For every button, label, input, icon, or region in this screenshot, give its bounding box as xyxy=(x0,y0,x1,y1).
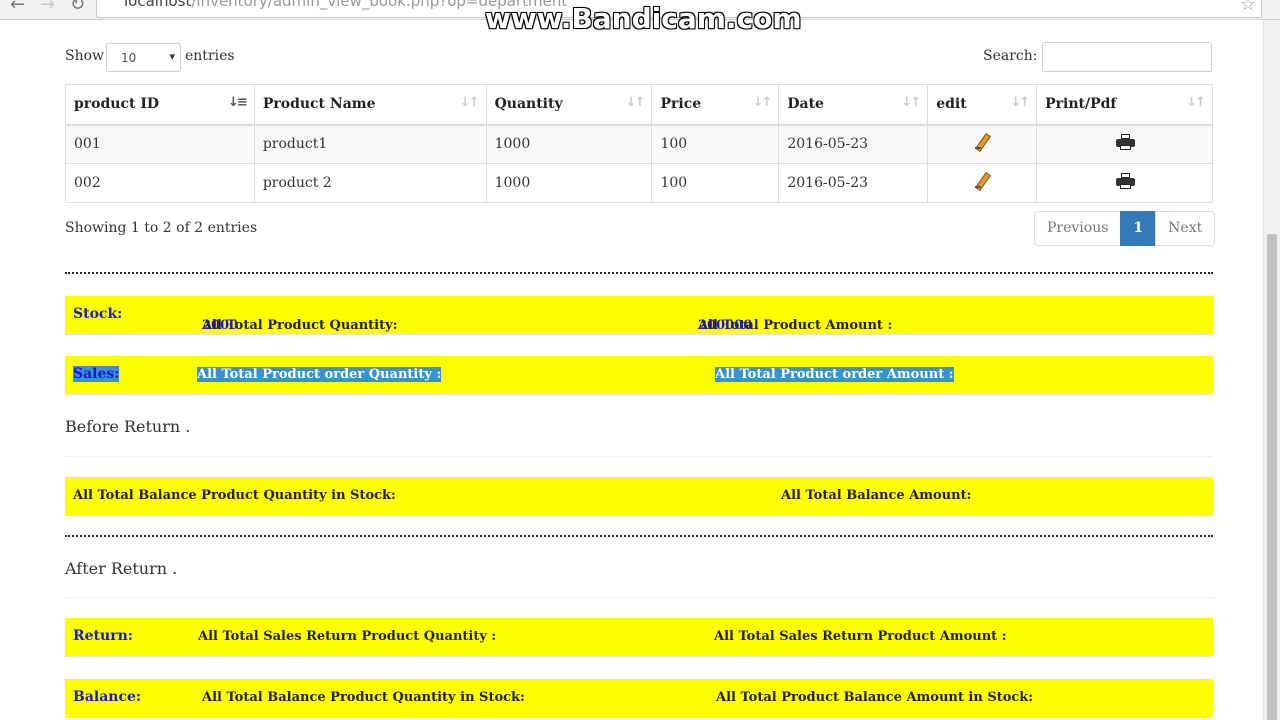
sort-icon: ↓↑ xyxy=(459,95,480,110)
column-header-product-id[interactable]: product ID ↓≡ xyxy=(65,84,255,126)
cell-print xyxy=(1036,124,1213,164)
show-label: Show xyxy=(65,48,105,64)
column-header-edit[interactable]: edit ↓↑ xyxy=(927,84,1038,126)
bookmark-star-icon[interactable]: ☆ xyxy=(1240,0,1256,15)
cell-product-id: 001 xyxy=(65,124,255,164)
url-host: localhost xyxy=(124,0,192,10)
return-summary-bar: Return: All Total Sales Return Product Q… xyxy=(65,618,1213,657)
balance-stock-amount-label: All Total Product Balance Amount in Stoc… xyxy=(716,690,1034,705)
printer-icon[interactable] xyxy=(1115,173,1135,189)
stock-summary-bar: Stock: All Total Product Quantity: 2000 A… xyxy=(65,296,1213,335)
column-header-label: Date xyxy=(787,96,824,113)
divider xyxy=(65,456,1213,457)
divider xyxy=(65,535,1213,537)
search-input[interactable] xyxy=(1042,42,1212,72)
pagination: Previous 1 Next xyxy=(1034,211,1216,246)
pencil-icon[interactable] xyxy=(973,172,991,190)
balance-quantity-label: All Total Balance Product Quantity in St… xyxy=(73,488,396,503)
sales-summary-bar: Sales: All Total Product order Quantity … xyxy=(65,356,1213,395)
pencil-icon[interactable] xyxy=(973,133,991,151)
stock-amount-value: 200000 xyxy=(698,318,753,333)
cell-price: 100 xyxy=(651,163,780,203)
previous-button[interactable]: Previous xyxy=(1034,211,1122,246)
column-header-label: Price xyxy=(660,96,702,113)
column-header-label: product ID xyxy=(74,96,160,113)
cell-date: 2016-05-23 xyxy=(778,124,929,164)
divider xyxy=(65,272,1213,274)
balance-summary-bar: Balance: All Total Balance Product Quant… xyxy=(65,679,1213,718)
cell-product-name: product 2 xyxy=(253,163,487,203)
search-label: Search: xyxy=(983,48,1038,64)
cell-price: 100 xyxy=(651,124,780,164)
printer-icon[interactable] xyxy=(1115,134,1135,151)
sort-icon: ↓↑ xyxy=(1186,95,1206,110)
table-row: 002 product 2 1000 100 2016-05-23 xyxy=(65,163,1213,203)
sort-icon: ↓↑ xyxy=(625,95,646,110)
column-header-product-name[interactable]: Product Name ↓↑ xyxy=(253,84,487,126)
balance-amount-label: All Total Balance Amount: xyxy=(781,488,972,503)
scrollbar-thumb[interactable] xyxy=(1267,234,1277,720)
cell-edit xyxy=(927,124,1038,164)
column-header-quantity[interactable]: Quantity ↓↑ xyxy=(485,84,653,126)
column-header-date[interactable]: Date ↓↑ xyxy=(778,84,929,126)
column-header-price[interactable]: Price ↓↑ xyxy=(651,84,780,126)
column-header-print-pdf[interactable]: Print/Pdf ↓↑ xyxy=(1036,84,1213,126)
cell-quantity: 1000 xyxy=(485,124,653,164)
balance-stock-quantity-label: All Total Balance Product Quantity in St… xyxy=(202,690,525,705)
page-1-button[interactable]: 1 xyxy=(1120,211,1157,246)
entries-label: entries xyxy=(185,48,235,64)
sales-label: Sales: xyxy=(73,366,120,382)
cell-quantity: 1000 xyxy=(485,163,653,203)
after-return-heading: After Return . xyxy=(65,559,178,578)
column-header-label: Product Name xyxy=(262,96,376,113)
table-header-row: product ID ↓≡ Product Name ↓↑ Quantity ↓↑ P… xyxy=(65,84,1213,126)
page-size-value: 10 xyxy=(121,51,137,65)
divider xyxy=(65,597,1213,598)
sort-icon: ↓↑ xyxy=(752,95,773,110)
recorder-watermark: www.Bandicam.com xyxy=(485,2,802,35)
before-return-summary-bar: All Total Balance Product Quantity in St… xyxy=(65,477,1213,516)
next-button[interactable]: Next xyxy=(1155,211,1216,246)
page-size-select[interactable]: 10 ▾ xyxy=(106,43,181,72)
column-header-label: Quantity xyxy=(494,96,563,113)
chevron-down-icon: ▾ xyxy=(169,50,175,63)
stock-label: Stock: xyxy=(73,306,123,322)
sort-icon: ↓↑ xyxy=(901,95,921,110)
column-header-label: edit xyxy=(936,96,967,113)
stock-quantity-value: 2000 xyxy=(202,318,239,333)
sales-quantity-label: All Total Product order Quantity : xyxy=(197,367,442,382)
cell-date: 2016-05-23 xyxy=(778,163,929,203)
cell-product-name: product1 xyxy=(253,124,487,164)
cell-product-id: 002 xyxy=(65,163,255,203)
forward-arrow-icon[interactable]: → xyxy=(40,0,55,15)
back-arrow-icon[interactable]: ← xyxy=(10,0,25,15)
sort-icon: ↓↑ xyxy=(1010,95,1030,110)
page-scrollbar[interactable] xyxy=(1263,20,1280,720)
return-amount-label: All Total Sales Return Product Amount : xyxy=(714,629,1007,644)
table-info: Showing 1 to 2 of 2 entries xyxy=(65,220,258,236)
table-row: 001 product1 1000 100 2016-05-23 xyxy=(65,124,1213,164)
before-return-heading: Before Return . xyxy=(65,417,191,436)
column-header-label: Print/Pdf xyxy=(1045,96,1117,113)
sales-amount-label: All Total Product order Amount : xyxy=(715,367,954,382)
reload-icon[interactable]: ↻ xyxy=(70,0,85,15)
return-label: Return: xyxy=(73,628,133,644)
products-table: product ID ↓≡ Product Name ↓↑ Quantity ↓↑ P… xyxy=(65,84,1213,203)
return-quantity-label: All Total Sales Return Product Quantity … xyxy=(198,629,497,644)
sort-ascending-icon: ↓≡ xyxy=(228,95,248,110)
balance-label: Balance: xyxy=(73,689,142,705)
cell-print xyxy=(1036,163,1213,203)
cell-edit xyxy=(927,163,1038,203)
